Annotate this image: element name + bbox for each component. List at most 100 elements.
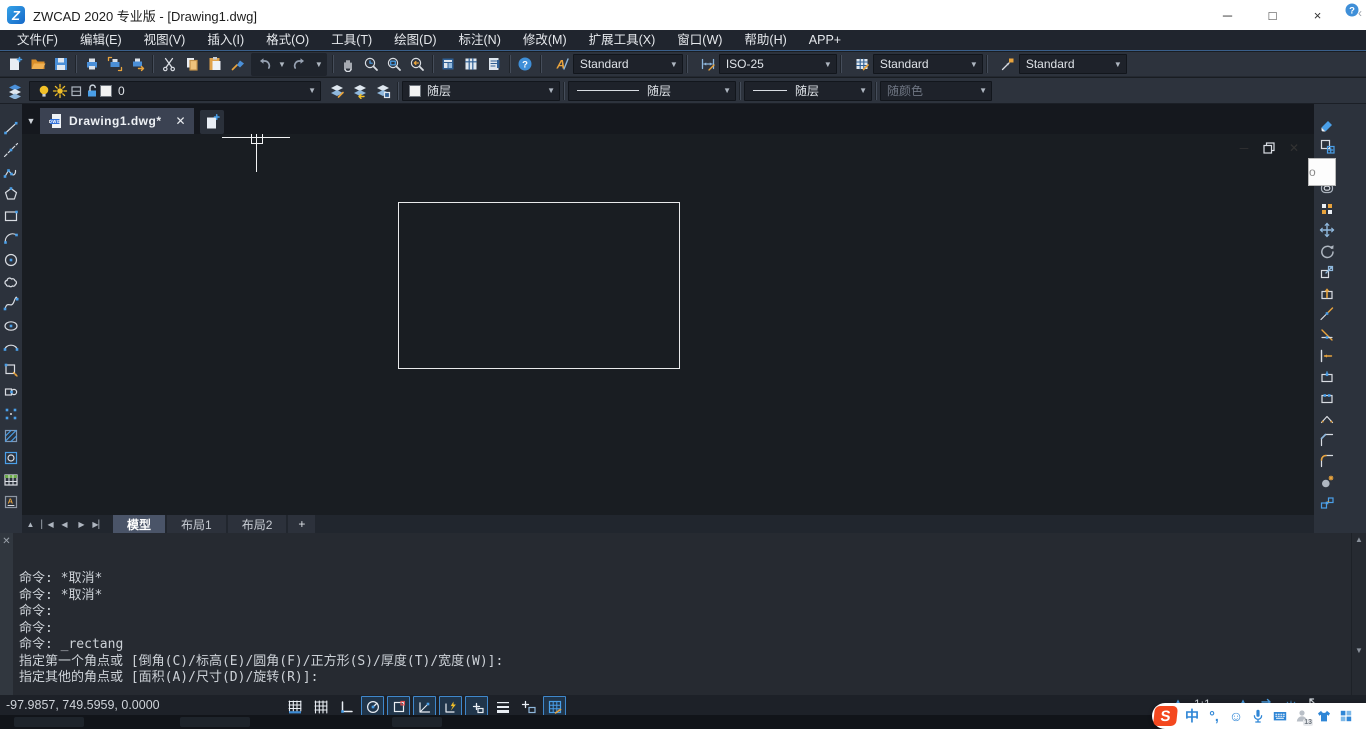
menu-item-6[interactable]: 绘图(D)	[383, 30, 447, 51]
layer-match-button[interactable]	[325, 80, 348, 102]
scale-button[interactable]	[1316, 261, 1338, 282]
lengthen-button[interactable]	[1316, 303, 1338, 324]
trim-button[interactable]	[1316, 324, 1338, 345]
command-scrollbar[interactable]: ▲ ▼	[1351, 533, 1366, 695]
tool-palettes-button[interactable]	[483, 53, 506, 75]
ime-mode-toggle[interactable]: 中	[1181, 704, 1203, 728]
publish-button[interactable]	[126, 53, 149, 75]
spline-button[interactable]	[1, 293, 21, 314]
dynamic-ucs-toggle[interactable]	[465, 696, 488, 717]
linetype-select[interactable]: 随层 ▼	[568, 80, 736, 101]
line-button[interactable]	[1, 117, 21, 138]
title-bar[interactable]: Z ZWCAD 2020 专业版 - [Drawing1.dwg] ─ □ × …	[0, 0, 1366, 30]
object-snap-tracking-toggle[interactable]	[413, 696, 436, 717]
layout-last-button[interactable]: ▶▏	[90, 515, 107, 533]
lineweight-select[interactable]: 随层 ▼	[744, 80, 872, 101]
undo-button[interactable]	[252, 53, 275, 75]
menu-item-12[interactable]: APP+	[798, 30, 852, 51]
extend-button[interactable]	[1316, 345, 1338, 366]
mtext-button[interactable]: A	[1, 491, 21, 512]
break-button[interactable]	[1316, 387, 1338, 408]
dim-style-select[interactable]: ISO-25 ▼	[718, 54, 837, 74]
properties-palette-button[interactable]	[437, 53, 460, 75]
help-icon[interactable]: ?	[1344, 2, 1360, 18]
redo-button[interactable]	[289, 53, 312, 75]
point-button[interactable]	[1, 403, 21, 424]
new-layout-button[interactable]: +	[288, 515, 316, 533]
mleader-style-select[interactable]: Standard ▼	[1018, 54, 1127, 74]
tab-close-icon[interactable]: ✕	[176, 114, 187, 128]
layer-thaw-icon[interactable]	[52, 83, 68, 99]
layer-vp-freeze-icon[interactable]	[68, 83, 84, 99]
grid-display-toggle[interactable]	[309, 696, 332, 717]
text-style-select[interactable]: Standard ▼	[572, 54, 683, 74]
layer-previous-button[interactable]	[348, 80, 371, 102]
layer-states-button[interactable]	[371, 80, 394, 102]
ime-account-icon[interactable]: 13	[1291, 704, 1313, 728]
drawing-canvas[interactable]: ─ ✕	[22, 134, 1314, 515]
color-select[interactable]: 随层 ▼	[402, 80, 560, 101]
scroll-down-icon[interactable]: ▼	[1355, 646, 1363, 655]
menu-item-4[interactable]: 格式(O)	[255, 30, 320, 51]
copy-object-button[interactable]	[1316, 135, 1338, 156]
annotation-autoscale-toggle[interactable]	[543, 696, 566, 717]
cut-button[interactable]	[157, 53, 180, 75]
drawn-rectangle[interactable]	[398, 202, 680, 369]
open-button[interactable]	[26, 53, 49, 75]
ime-punctuation-toggle[interactable]: °,	[1203, 704, 1225, 728]
chamfer-button[interactable]	[1316, 429, 1338, 450]
layers-manager-button[interactable]	[3, 80, 26, 102]
array-button[interactable]	[1316, 198, 1338, 219]
explode-button[interactable]	[1316, 492, 1338, 513]
break-at-point-button[interactable]	[1316, 366, 1338, 387]
ime-skin-icon[interactable]	[1313, 704, 1335, 728]
layer-select[interactable]: 0 ▼	[29, 80, 321, 101]
menu-item-10[interactable]: 窗口(W)	[666, 30, 733, 51]
new-document-button[interactable]	[200, 110, 225, 134]
help-button[interactable]: ?	[514, 53, 537, 75]
polygon-button[interactable]	[1, 183, 21, 204]
make-block-button[interactable]	[1, 381, 21, 402]
menu-item-8[interactable]: 修改(M)	[512, 30, 578, 51]
blend-curves-button[interactable]	[1316, 471, 1338, 492]
revision-cloud-button[interactable]	[1, 271, 21, 292]
layer-on-icon[interactable]	[36, 83, 52, 99]
layout-tab-1[interactable]: 布局1	[167, 515, 226, 533]
object-snap-toggle[interactable]	[387, 696, 410, 717]
close-button[interactable]: ×	[1295, 0, 1340, 30]
construction-line-button[interactable]	[1, 139, 21, 160]
document-tab[interactable]: DWG Drawing1.dwg* ✕	[40, 108, 195, 134]
print-preview-button[interactable]	[103, 53, 126, 75]
menu-item-1[interactable]: 编辑(E)	[69, 30, 133, 51]
menu-item-3[interactable]: 插入(I)	[196, 30, 255, 51]
ime-emoji-icon[interactable]: ☺	[1225, 704, 1247, 728]
save-button[interactable]	[49, 53, 72, 75]
menu-item-9[interactable]: 扩展工具(X)	[578, 30, 667, 51]
ime-menu-icon[interactable]	[1335, 704, 1357, 728]
table-style-select[interactable]: Standard ▼	[872, 54, 983, 74]
menu-item-11[interactable]: 帮助(H)	[733, 30, 797, 51]
layout-first-button[interactable]: ▏◀	[39, 515, 56, 533]
ellipse-arc-button[interactable]	[1, 337, 21, 358]
maximize-button[interactable]: □	[1250, 0, 1295, 30]
layout-next-button[interactable]: ▶	[73, 515, 90, 533]
layout-tab-2[interactable]: 布局2	[227, 515, 287, 533]
layout-prev-button[interactable]: ◀	[56, 515, 73, 533]
mdi-minimize-button[interactable]: ─	[1236, 140, 1252, 156]
table-button[interactable]	[1, 469, 21, 490]
insert-block-button[interactable]	[1, 359, 21, 380]
ellipse-button[interactable]	[1, 315, 21, 336]
match-properties-button[interactable]	[226, 53, 249, 75]
minimize-button[interactable]: ─	[1205, 0, 1250, 30]
menu-item-0[interactable]: 文件(F)	[6, 30, 69, 51]
tab-list-dropdown[interactable]: ▼	[22, 108, 40, 134]
mdi-restore-button[interactable]	[1261, 140, 1277, 156]
design-center-button[interactable]	[460, 53, 483, 75]
join-button[interactable]	[1316, 408, 1338, 429]
polar-tracking-toggle[interactable]	[361, 696, 384, 717]
rectangle-button[interactable]	[1, 205, 21, 226]
undo-dropdown[interactable]: ▼	[275, 60, 289, 69]
pan-button[interactable]	[337, 53, 360, 75]
layout-up-button[interactable]: ▲	[22, 515, 39, 533]
snap-mode-toggle[interactable]	[283, 696, 306, 717]
